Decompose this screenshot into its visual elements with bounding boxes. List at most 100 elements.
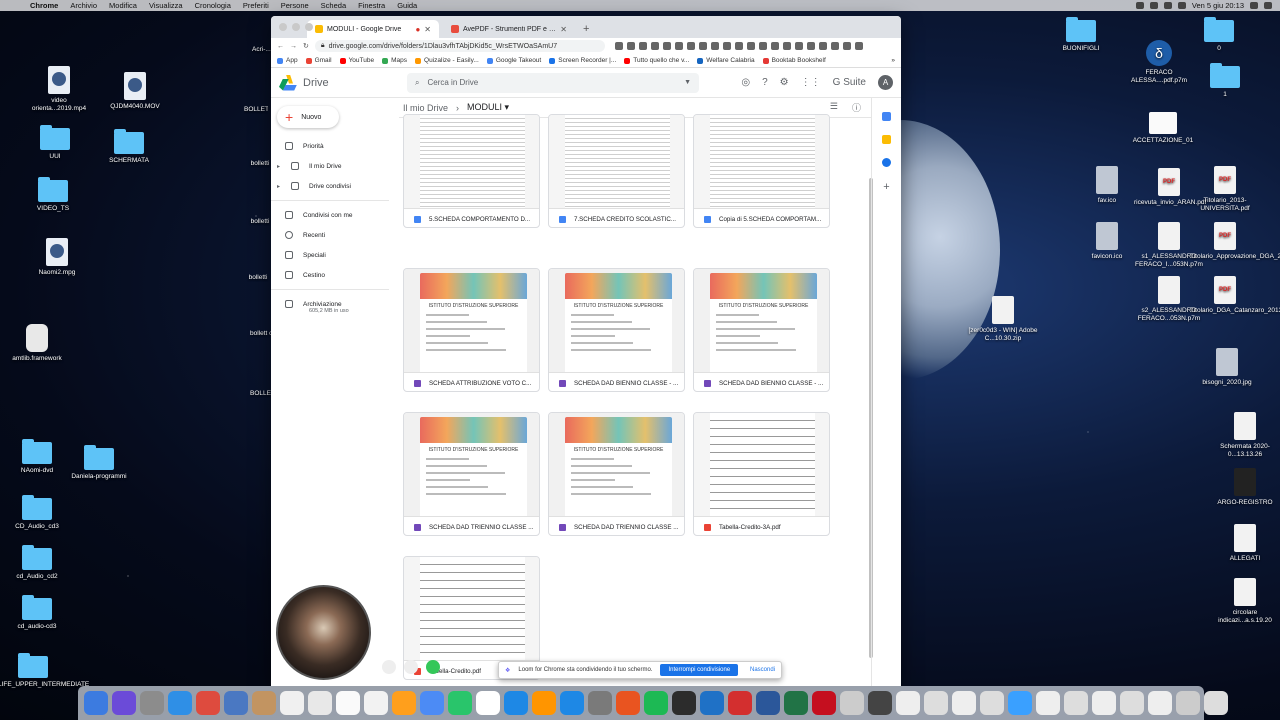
calendar-icon[interactable] [882, 112, 891, 121]
menubar-clock[interactable]: Ven 5 giu 20:13 [1192, 1, 1244, 10]
forward-icon[interactable]: → [290, 43, 297, 50]
desktop-icon[interactable]: 1 [1190, 63, 1260, 99]
wifi-icon[interactable] [1149, 2, 1158, 9]
menu-item[interactable]: Finestra [352, 1, 391, 10]
pause-recording-icon[interactable] [404, 660, 418, 674]
desktop-icon[interactable]: Titolario_DGA_Catanzaro_2013.pdf [1190, 276, 1280, 315]
tab-drive[interactable]: MODULI - Google Drive ● ✕ [307, 20, 439, 38]
file-card[interactable]: ISTITUTO D'ISTRUZIONE SUPERIORE SCHEDA DA… [548, 412, 685, 536]
bookmark-booktab[interactable]: Booktab Bookshelf [762, 57, 826, 64]
flag-icon[interactable] [1177, 2, 1186, 9]
bookmark-quizalize[interactable]: Quizalize - Easily... [415, 57, 479, 64]
extension-icon[interactable] [626, 42, 635, 50]
extension-icon[interactable] [806, 42, 815, 50]
expand-arrow-icon[interactable]: ▸ [277, 183, 281, 190]
dock-app-icon[interactable] [84, 691, 108, 715]
minimize-window-button[interactable] [292, 23, 300, 31]
extension-icon[interactable] [698, 42, 707, 50]
apps-grid-icon[interactable]: ⋮⋮ [801, 77, 821, 88]
help-icon[interactable]: ? [762, 77, 768, 88]
desktop-icon-partial[interactable]: bolletti [246, 274, 270, 282]
file-card[interactable]: 7.SCHEDA CREDITO SCOLASTIC... [548, 114, 685, 228]
extension-icon[interactable] [782, 42, 791, 50]
webcam-bubble[interactable] [276, 585, 371, 680]
dock-app-icon[interactable] [868, 691, 892, 715]
search-icon[interactable]: ⌕ [415, 78, 419, 88]
sidebar-item-priority[interactable]: Priorità [271, 136, 399, 156]
desktop-icon-partial[interactable]: BOLLETT [244, 106, 268, 114]
sidebar-item-my-drive[interactable]: ▸ Il mio Drive [271, 156, 399, 176]
extension-icon[interactable] [662, 42, 671, 50]
menu-item[interactable]: Preferiti [237, 1, 275, 10]
dock-app-icon[interactable] [308, 691, 332, 715]
dock-app-icon[interactable] [476, 691, 500, 715]
dock-app-icon[interactable] [532, 691, 556, 715]
new-button[interactable]: + Nuovo [277, 106, 339, 128]
settings-gear-icon[interactable]: ⚙ [780, 77, 789, 88]
extension-icon[interactable] [758, 42, 767, 50]
desktop-icon[interactable]: 0 [1184, 17, 1254, 53]
dock-app-icon[interactable] [1148, 691, 1172, 715]
battery-icon[interactable] [1163, 2, 1172, 9]
menu-item[interactable]: Guida [391, 1, 423, 10]
dock-app-icon[interactable] [644, 691, 668, 715]
bookmark-takeout[interactable]: Google Takeout [486, 57, 541, 64]
dock-app-icon[interactable] [1120, 691, 1144, 715]
dock-app-icon[interactable] [560, 691, 584, 715]
dock-app-icon[interactable] [924, 691, 948, 715]
extension-icon[interactable] [770, 42, 779, 50]
dock-app-icon[interactable] [1008, 691, 1032, 715]
desktop-icon[interactable]: Titolario_2013-UNIVERSITA.pdf [1190, 166, 1260, 213]
desktop-icon[interactable]: cd_Audio_cd2 [2, 545, 72, 581]
info-icon[interactable]: ⓘ [852, 101, 861, 114]
bookmark-screen-recorder[interactable]: Screen Recorder |... [549, 57, 616, 64]
hide-bar-button[interactable]: Nascondi [750, 667, 775, 673]
dock-app-icon[interactable] [280, 691, 304, 715]
sidebar-item-recent[interactable]: Recenti [271, 225, 399, 245]
finish-recording-icon[interactable] [426, 660, 440, 674]
extension-icon[interactable] [674, 42, 683, 50]
desktop-icon[interactable]: NAomi-dvd [2, 439, 72, 475]
menu-item[interactable]: Cronologia [189, 1, 237, 10]
dock-app-icon[interactable] [1204, 691, 1228, 715]
desktop-icon[interactable]: BUONIFIGLI [1046, 17, 1116, 53]
dock-app-icon[interactable] [672, 691, 696, 715]
sidebar-item-shared-with-me[interactable]: Condivisi con me [271, 205, 399, 225]
desktop-icon[interactable]: ALLEGATI [1210, 524, 1280, 563]
dock-app-icon[interactable] [1064, 691, 1088, 715]
desktop-icon-partial[interactable]: bolletti [248, 218, 272, 226]
bookmark-tutto[interactable]: Tutto quello che v... [624, 57, 689, 64]
file-card[interactable]: Copia di 5.SCHEDA COMPORTAM... [693, 114, 830, 228]
new-tab-button[interactable]: + [575, 23, 597, 38]
menu-item[interactable]: Persone [275, 1, 315, 10]
desktop-icon-partial[interactable]: bolletti [248, 160, 272, 168]
desktop-icon[interactable]: QJDM4040.MOV [100, 72, 170, 111]
file-card[interactable]: ISTITUTO D'ISTRUZIONE SUPERIORE SCHEDA DA… [548, 268, 685, 392]
dock-app-icon[interactable] [112, 691, 136, 715]
dock-app-icon[interactable] [448, 691, 472, 715]
notification-center-icon[interactable] [1264, 2, 1272, 9]
extension-icon[interactable] [734, 42, 743, 50]
dock-app-icon[interactable] [224, 691, 248, 715]
extension-icon[interactable] [722, 42, 731, 50]
file-card[interactable]: ISTITUTO D'ISTRUZIONE SUPERIORE SCHEDA DA… [403, 412, 540, 536]
desktop-icon[interactable]: favicon.ico [1072, 222, 1142, 261]
extension-icon[interactable] [794, 42, 803, 50]
expand-arrow-icon[interactable]: ▸ [277, 163, 281, 170]
desktop-icon[interactable]: circolare indicazi...a.s.19.20 [1210, 578, 1280, 625]
dock-app-icon[interactable] [1092, 691, 1116, 715]
dock-app-icon[interactable] [840, 691, 864, 715]
drive-logo-icon[interactable] [279, 74, 297, 91]
desktop-icon[interactable]: UUI [20, 125, 90, 161]
more-bookmarks-icon[interactable]: » [891, 57, 895, 64]
file-card[interactable]: 5.SCHEDA COMPORTAMENTO D... [403, 114, 540, 228]
file-card[interactable]: ISTITUTO D'ISTRUZIONE SUPERIORE SCHEDA AT… [403, 268, 540, 392]
bookmark-welfare[interactable]: Welfare Calabria [697, 57, 755, 64]
bookmark-youtube[interactable]: YouTube [339, 57, 374, 64]
tab-avepdf[interactable]: AvePDF - Strumenti PDF e do... ✕ [443, 20, 575, 38]
extension-icon[interactable] [818, 42, 827, 50]
tasks-icon[interactable] [882, 158, 891, 167]
dock-app-icon[interactable] [364, 691, 388, 715]
dock-app-icon[interactable] [1036, 691, 1060, 715]
dock-app-icon[interactable] [812, 691, 836, 715]
